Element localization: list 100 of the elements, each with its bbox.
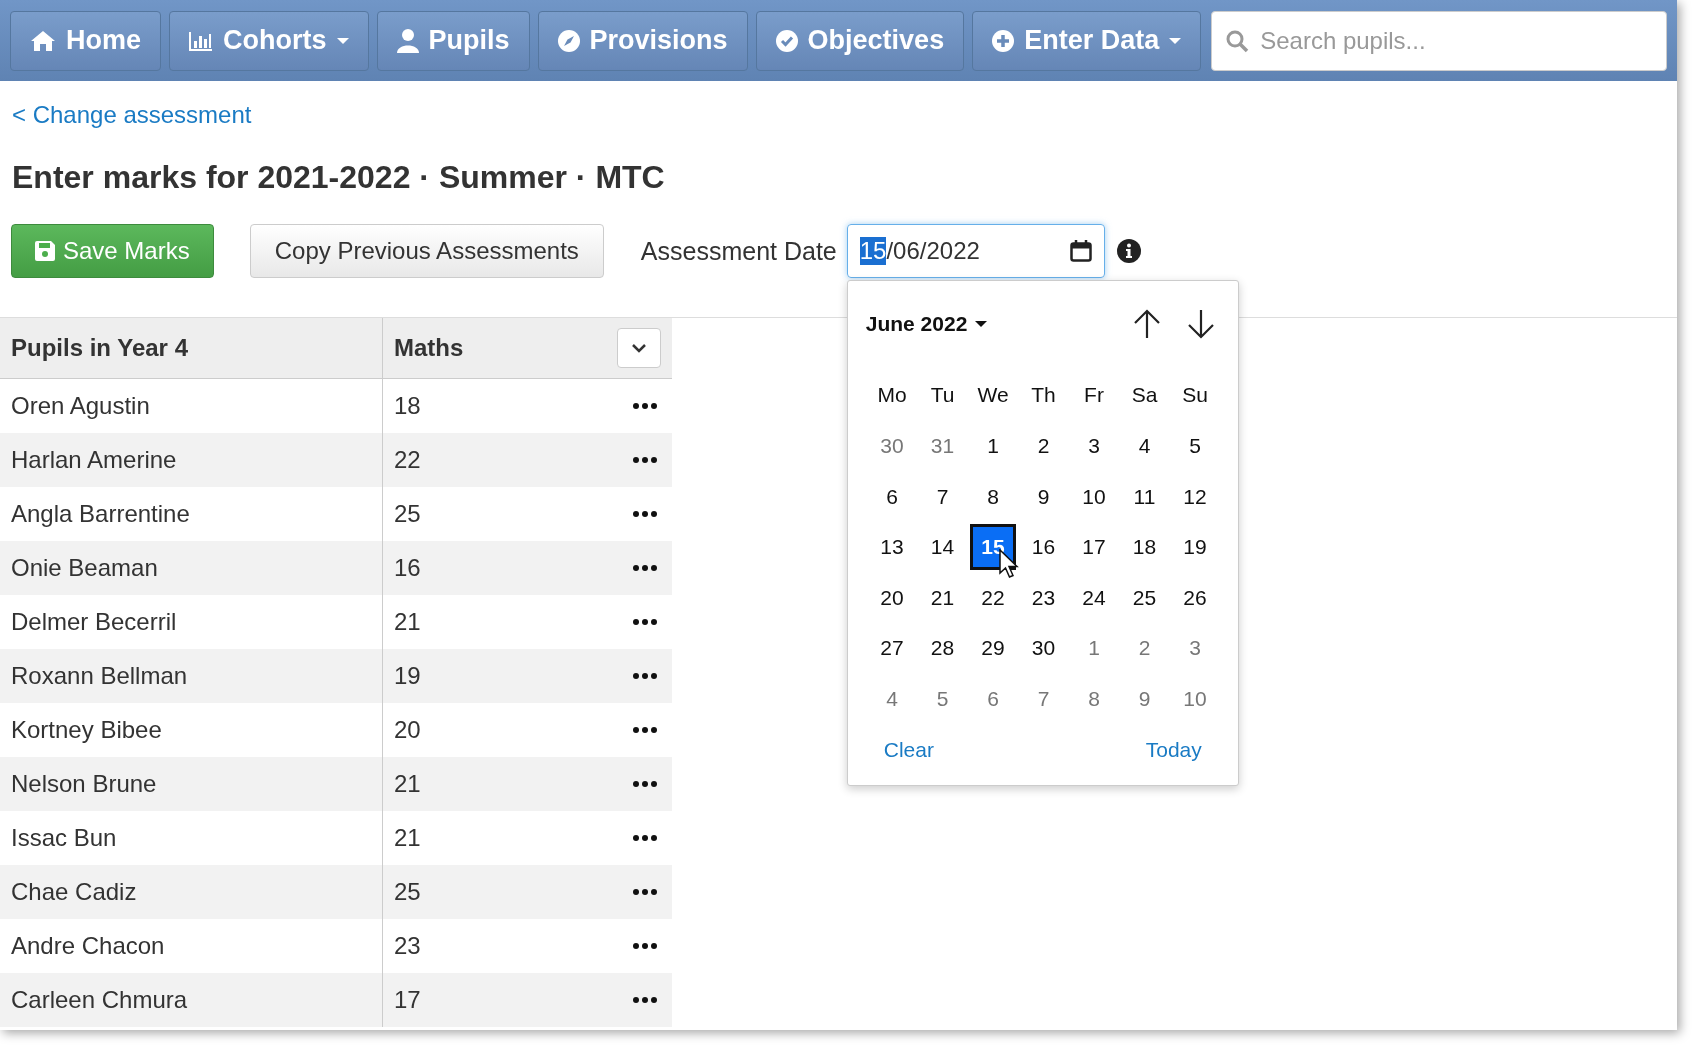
weekday-label: We: [977, 383, 1009, 407]
search-icon: [1225, 28, 1250, 53]
calendar-day[interactable]: 17: [1071, 524, 1117, 571]
pupil-name-cell: Nelson Brune: [0, 756, 383, 811]
calendar-day[interactable]: 16: [1020, 524, 1067, 571]
chevron-down-icon: [631, 343, 647, 353]
plus-circle-icon: [992, 29, 1015, 52]
calendar-day[interactable]: 10: [1071, 473, 1117, 520]
mark-cell: 22: [394, 445, 421, 474]
change-assessment-link[interactable]: < Change assessment: [12, 101, 252, 129]
calendar-day[interactable]: 20: [869, 574, 915, 621]
calendar-day[interactable]: 21: [919, 574, 966, 621]
calendar-day[interactable]: 7: [1020, 675, 1067, 722]
calendar-day[interactable]: 31: [919, 423, 966, 470]
pupil-name-cell: Issac Bun: [0, 810, 383, 865]
calendar-day[interactable]: 11: [1121, 473, 1168, 520]
calendar-day[interactable]: 22: [970, 574, 1016, 621]
ellipsis-icon: [633, 672, 657, 679]
bar-chart-icon: [189, 30, 213, 51]
pupil-name-cell: Angla Barrentine: [0, 486, 383, 541]
pupil-name-cell: Andre Chacon: [0, 918, 383, 973]
home-icon: [30, 29, 56, 52]
calendar-day[interactable]: 6: [970, 675, 1016, 722]
ellipsis-icon: [633, 834, 657, 841]
calendar-day[interactable]: 6: [869, 473, 915, 520]
calendar-day[interactable]: 9: [1121, 675, 1168, 722]
mark-cell: 18: [394, 391, 421, 420]
mark-cell: 25: [394, 877, 421, 906]
calendar-day[interactable]: 1: [1071, 625, 1117, 672]
calendar-day[interactable]: 8: [1071, 675, 1117, 722]
info-icon[interactable]: [1116, 239, 1141, 263]
mark-cell: 21: [394, 769, 421, 798]
ellipsis-icon: [633, 780, 657, 787]
weekday-label: Th: [1031, 383, 1056, 407]
calendar-day[interactable]: 5: [919, 675, 966, 722]
ellipsis-icon: [633, 456, 657, 463]
ellipsis-icon: [633, 888, 657, 895]
weekday-label: Mo: [877, 383, 907, 407]
calendar-day[interactable]: 9: [1020, 473, 1067, 520]
mark-cell: 17: [394, 985, 421, 1014]
search-field[interactable]: Search pupils...: [1211, 10, 1667, 71]
mark-cell: 16: [394, 553, 421, 582]
pupil-name-cell: Chae Cadiz: [0, 864, 383, 919]
calendar-day[interactable]: 1: [970, 423, 1016, 470]
calendar-day[interactable]: 12: [1172, 473, 1218, 520]
calendar-day[interactable]: 23: [1020, 574, 1067, 621]
weekday-label: Tu: [930, 383, 955, 407]
ellipsis-icon: [633, 726, 657, 733]
weekday-label: Fr: [1084, 383, 1104, 407]
today-button[interactable]: Today: [1145, 738, 1202, 762]
copy-previous-button[interactable]: Copy Previous Assessments: [249, 224, 604, 278]
calendar-day[interactable]: 18: [1121, 524, 1168, 571]
column-menu-button[interactable]: [617, 328, 661, 368]
calendar-day[interactable]: 4: [1121, 423, 1168, 470]
calendar-day[interactable]: 7: [919, 473, 966, 520]
check-circle-icon: [775, 29, 798, 52]
mark-cell: 23: [394, 931, 421, 960]
arrow-down-icon: [1185, 309, 1216, 339]
calendar-day[interactable]: 3: [1172, 625, 1218, 672]
clear-button[interactable]: Clear: [883, 738, 934, 762]
mark-cell: 25: [394, 499, 421, 528]
mark-cell: 19: [394, 661, 421, 690]
compass-icon: [557, 29, 580, 52]
weekday-label: Sa: [1131, 383, 1158, 407]
calendar-day[interactable]: 13: [869, 524, 915, 571]
column-header: Pupils in Year 4: [0, 318, 383, 379]
column-header: Maths: [394, 334, 464, 362]
calendar-day[interactable]: 24: [1071, 574, 1117, 621]
pupil-name-cell: Onie Beaman: [0, 540, 383, 595]
date-label: Assessment Date: [640, 236, 837, 266]
user-icon: [396, 28, 419, 53]
weekday-label: Su: [1182, 383, 1208, 407]
calendar-day[interactable]: 10: [1172, 675, 1218, 722]
ellipsis-icon: [633, 402, 657, 409]
calendar-day[interactable]: 27: [869, 625, 915, 672]
pupil-name-cell: Harlan Amerine: [0, 432, 383, 487]
calendar-day[interactable]: 8: [970, 473, 1016, 520]
calendar-day[interactable]: 19: [1172, 524, 1218, 571]
calendar-day[interactable]: 30: [869, 423, 915, 470]
pupil-name-cell: Delmer Becerril: [0, 594, 383, 649]
ellipsis-icon: [633, 510, 657, 517]
calendar-icon[interactable]: [1069, 240, 1092, 262]
calendar-day[interactable]: 14: [919, 524, 966, 571]
calendar-day[interactable]: 25: [1121, 574, 1168, 621]
calendar-day[interactable]: 4: [869, 675, 915, 722]
caret-icon: [1169, 37, 1182, 44]
calendar-day[interactable]: 30: [1020, 625, 1067, 672]
calendar-day[interactable]: 26: [1172, 574, 1218, 621]
ellipsis-icon: [633, 942, 657, 949]
caret-icon: [975, 321, 988, 327]
calendar-day[interactable]: 29: [970, 625, 1016, 672]
calendar-day[interactable]: 3: [1071, 423, 1117, 470]
ellipsis-icon: [633, 618, 657, 625]
calendar-day[interactable]: 5: [1172, 423, 1218, 470]
ellipsis-icon: [633, 564, 657, 571]
next-month-button[interactable]: [1185, 309, 1216, 339]
calendar-day[interactable]: 28: [919, 625, 966, 672]
month-selector[interactable]: June 2022: [865, 312, 988, 336]
calendar-day[interactable]: 2: [1020, 423, 1067, 470]
calendar-day[interactable]: 2: [1121, 625, 1168, 672]
